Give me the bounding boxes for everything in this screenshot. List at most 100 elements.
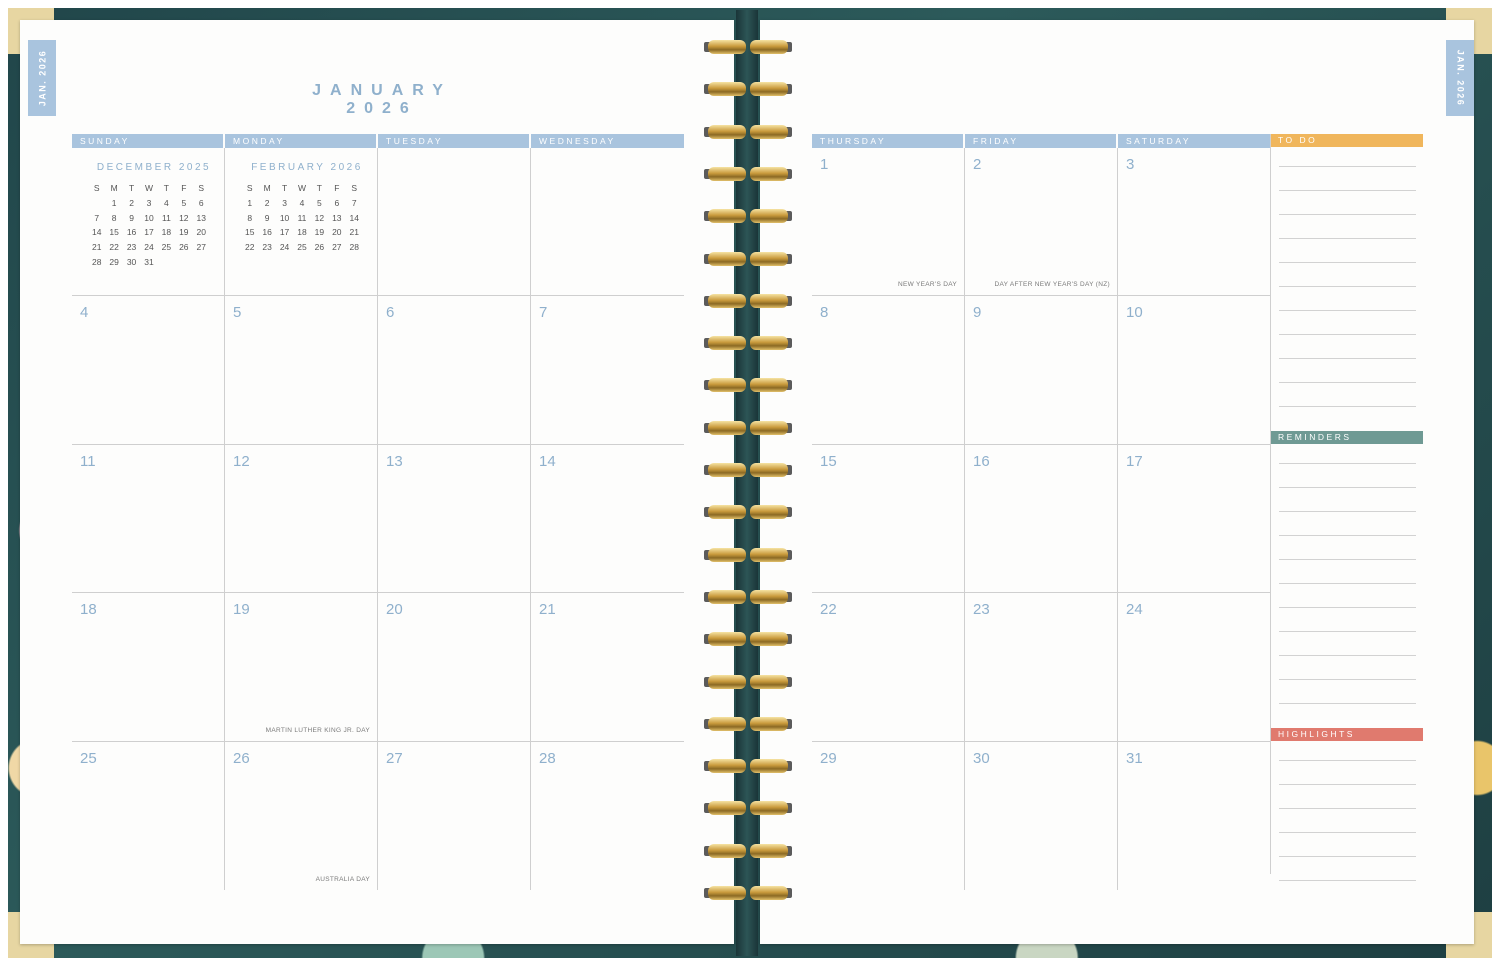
day-cell[interactable]: 26 AUSTRALIA DAY <box>225 741 378 890</box>
ring-wire <box>708 801 746 816</box>
day-cell[interactable]: 29 <box>812 741 965 890</box>
day-cell[interactable] <box>378 148 531 296</box>
mini-date: 20 <box>332 227 342 238</box>
note-line[interactable] <box>1279 238 1416 239</box>
mini-calendar: FEBRUARY 2026 S M T W T F S 1 2 3 4 5 6 7 8 9 10 11 12 13 14 1… <box>235 162 371 254</box>
ring-wire <box>750 82 788 97</box>
note-line[interactable] <box>1279 583 1416 584</box>
note-line[interactable] <box>1279 655 1416 656</box>
day-cell[interactable] <box>531 148 684 295</box>
day-cell[interactable]: 27 <box>378 741 531 890</box>
day-cell[interactable]: 16 <box>965 444 1118 593</box>
note-line[interactable] <box>1279 310 1416 311</box>
week-row: 4 5 6 7 <box>72 296 684 445</box>
note-line[interactable] <box>1279 559 1416 560</box>
mini-date: 6 <box>198 198 204 209</box>
day-cell[interactable]: 7 <box>531 296 684 443</box>
day-number: 8 <box>820 304 829 322</box>
spiral-ring <box>702 759 794 774</box>
day-cell[interactable]: 23 <box>965 593 1118 741</box>
weekday-monday: MONDAY <box>225 134 378 148</box>
day-cell[interactable]: 9 <box>965 296 1118 444</box>
note-line[interactable] <box>1279 832 1416 833</box>
day-cell[interactable]: 18 <box>72 593 225 741</box>
mini-day-header: M <box>110 183 118 194</box>
ring-wire <box>750 209 788 224</box>
day-cell[interactable]: 11 <box>72 444 225 593</box>
mini-day-header: W <box>144 183 153 194</box>
day-cell[interactable]: 1 NEW YEAR'S DAY <box>812 148 965 296</box>
mini-day-header: S <box>351 183 358 194</box>
day-cell[interactable]: 21 <box>531 593 684 740</box>
day-cell[interactable]: 3 <box>1118 148 1271 295</box>
day-cell[interactable]: 30 <box>965 741 1118 890</box>
note-line[interactable] <box>1279 166 1416 167</box>
day-cell[interactable]: 15 <box>812 444 965 593</box>
day-cell[interactable]: FEBRUARY 2026 S M T W T F S 1 2 3 4 5 6 7 8 9 10 11 12 13 14 1… <box>225 148 378 296</box>
note-line[interactable] <box>1279 334 1416 335</box>
mini-day-header: T <box>281 183 288 194</box>
day-cell[interactable]: 14 <box>531 445 684 592</box>
note-line[interactable] <box>1279 631 1416 632</box>
day-cell[interactable]: 19 MARTIN LUTHER KING JR. DAY <box>225 593 378 741</box>
mini-day-header: F <box>334 183 340 194</box>
note-line[interactable] <box>1279 358 1416 359</box>
note-line[interactable] <box>1279 214 1416 215</box>
holiday-label: DAY AFTER NEW YEAR'S DAY (NZ) <box>994 281 1110 289</box>
note-line[interactable] <box>1279 382 1416 383</box>
note-line[interactable] <box>1279 286 1416 287</box>
note-line[interactable] <box>1279 679 1416 680</box>
day-cell[interactable]: 22 <box>812 593 965 741</box>
day-cell[interactable]: 6 <box>378 296 531 444</box>
day-cell[interactable]: 5 <box>225 296 378 444</box>
note-line[interactable] <box>1279 784 1416 785</box>
note-line[interactable] <box>1279 190 1416 191</box>
note-line[interactable] <box>1279 487 1416 488</box>
day-cell[interactable]: 17 <box>1118 445 1271 592</box>
ring-wire <box>708 547 746 562</box>
week-row: 25 26 AUSTRALIA DAY 27 28 <box>72 741 684 890</box>
day-cell[interactable]: 24 <box>1118 593 1271 740</box>
spiral-ring <box>702 547 794 562</box>
day-cell[interactable]: 2 DAY AFTER NEW YEAR'S DAY (NZ) <box>965 148 1118 296</box>
mini-date: 3 <box>146 198 152 209</box>
day-cell[interactable]: 28 <box>531 742 684 890</box>
calendar-grid-left: SUNDAY MONDAY TUESDAY WEDNESDAY DECEMBER… <box>72 134 684 890</box>
note-line[interactable] <box>1279 607 1416 608</box>
mini-date: 16 <box>126 227 137 238</box>
note-line[interactable] <box>1279 880 1416 881</box>
month-tab-right[interactable]: JAN. 2026 <box>1446 40 1474 116</box>
note-line[interactable] <box>1279 535 1416 536</box>
note-line[interactable] <box>1279 856 1416 857</box>
day-cell[interactable]: 8 <box>812 296 965 444</box>
day-cell[interactable]: 10 <box>1118 296 1271 443</box>
note-line[interactable] <box>1279 703 1416 704</box>
note-line[interactable] <box>1279 406 1416 407</box>
day-cell[interactable]: 12 <box>225 444 378 593</box>
day-cell[interactable]: 25 <box>72 741 225 890</box>
day-cell[interactable]: DECEMBER 2025 S M T W T F S 1 2 3 4 5 6 7 8 9 10 11 12 13 14 1… <box>72 148 225 296</box>
month-tab-left[interactable]: JAN. 2026 <box>28 40 56 116</box>
month-title: JANUARY 2026 <box>312 82 452 117</box>
day-cell[interactable]: 4 <box>72 296 225 444</box>
note-line[interactable] <box>1279 262 1416 263</box>
day-number: 18 <box>80 601 97 619</box>
week-row: 18 19 MARTIN LUTHER KING JR. DAY 20 21 <box>72 593 684 742</box>
spiral-ring <box>702 40 794 54</box>
day-cell[interactable]: 13 <box>378 444 531 593</box>
day-number: 22 <box>820 601 837 619</box>
day-cell[interactable]: 31 <box>1118 742 1271 890</box>
day-cell[interactable]: 20 <box>378 593 531 741</box>
note-line[interactable] <box>1279 808 1416 809</box>
mini-day-header: W <box>297 183 306 194</box>
ring-wire <box>708 843 746 858</box>
note-line[interactable] <box>1279 463 1416 464</box>
note-line[interactable] <box>1279 760 1416 761</box>
spiral-ring <box>702 463 794 477</box>
day-number: 19 <box>233 601 250 619</box>
spiral-ring <box>702 166 794 181</box>
ring-wire <box>708 505 746 520</box>
note-line[interactable] <box>1279 511 1416 512</box>
mini-calendar-title: FEBRUARY 2026 <box>251 162 363 173</box>
mini-date: 7 <box>94 212 100 223</box>
